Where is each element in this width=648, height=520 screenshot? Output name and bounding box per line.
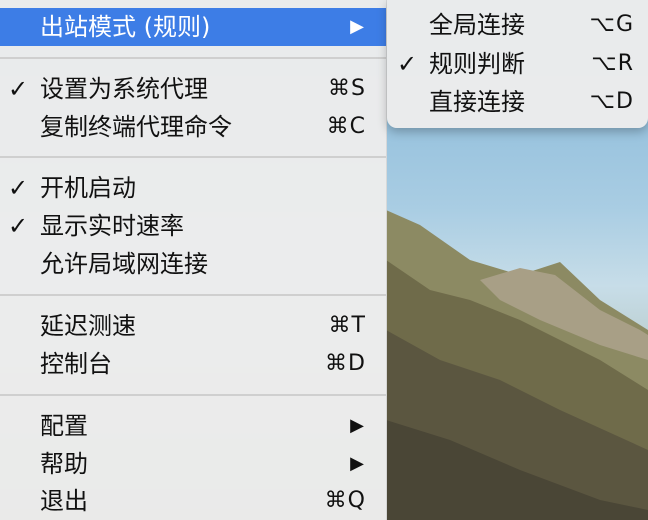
checkmark-icon: ✓ (397, 50, 418, 78)
submenu-item-shortcut: ⌥G (589, 12, 634, 37)
submenu-item-label: 直接连接 (429, 88, 525, 116)
menu-separator (0, 57, 386, 59)
submenu-item-shortcut: ⌥R (591, 51, 634, 76)
menu-item-set-system-proxy[interactable]: ✓ 设置为系统代理 ⌘S (0, 70, 386, 108)
menu-item-dashboard[interactable]: 控制台 ⌘D (0, 345, 386, 383)
checkmark-icon: ✓ (8, 75, 29, 103)
menu-item-label: 帮助 (40, 450, 88, 478)
submenu-item-rule[interactable]: ✓ 规则判断 ⌥R (387, 45, 648, 83)
menu-item-shortcut: ⌘S (328, 76, 366, 101)
submenu-arrow-icon: ▶ (350, 16, 364, 37)
submenu-arrow-icon: ▶ (350, 415, 364, 436)
submenu-arrow-icon: ▶ (350, 453, 364, 474)
menu-item-label: 控制台 (40, 350, 112, 378)
checkmark-icon: ✓ (8, 174, 29, 202)
menu-item-shortcut: ⌘D (325, 351, 366, 376)
menu-item-config[interactable]: 配置 ▶ (0, 407, 386, 445)
menu-item-shortcut: ⌘Q (324, 488, 366, 513)
submenu-item-label: 规则判断 (429, 50, 525, 78)
menu-item-label: 显示实时速率 (40, 212, 184, 240)
menu-item-help[interactable]: 帮助 ▶ (0, 445, 386, 483)
menu-separator (0, 156, 386, 158)
menu-item-label: 延迟测速 (40, 312, 136, 340)
status-bar-menu: 出站模式 (规则) ▶ ✓ 设置为系统代理 ⌘S 复制终端代理命令 ⌘C ✓ 开… (0, 0, 387, 520)
menu-separator (0, 394, 386, 396)
menu-item-launch-at-login[interactable]: ✓ 开机启动 (0, 169, 386, 207)
checkmark-icon: ✓ (8, 212, 29, 240)
menu-item-outbound-mode[interactable]: 出站模式 (规则) ▶ (0, 8, 386, 46)
menu-item-label: 配置 (40, 412, 88, 440)
menu-item-label: 复制终端代理命令 (40, 113, 232, 141)
menu-item-show-speed[interactable]: ✓ 显示实时速率 (0, 207, 386, 245)
menu-item-shortcut: ⌘C (326, 114, 366, 139)
menu-item-latency-test[interactable]: 延迟测速 ⌘T (0, 307, 386, 345)
menu-item-allow-lan[interactable]: 允许局域网连接 (0, 245, 386, 283)
outbound-mode-submenu: 全局连接 ⌥G ✓ 规则判断 ⌥R 直接连接 ⌥D (387, 0, 648, 128)
menu-item-label: 允许局域网连接 (40, 250, 208, 278)
menu-separator (0, 294, 386, 296)
menu-item-label: 退出 (40, 487, 88, 515)
menu-item-label: 设置为系统代理 (40, 75, 208, 103)
menu-item-quit[interactable]: 退出 ⌘Q (0, 482, 386, 520)
menu-item-label: 开机启动 (40, 174, 136, 202)
submenu-item-global[interactable]: 全局连接 ⌥G (387, 6, 648, 44)
menu-item-shortcut: ⌘T (328, 313, 366, 338)
submenu-item-label: 全局连接 (429, 11, 525, 39)
submenu-item-direct[interactable]: 直接连接 ⌥D (387, 83, 648, 121)
menu-item-label: 出站模式 (规则) (40, 13, 211, 41)
submenu-item-shortcut: ⌥D (589, 89, 634, 114)
menu-item-copy-terminal-command[interactable]: 复制终端代理命令 ⌘C (0, 108, 386, 146)
